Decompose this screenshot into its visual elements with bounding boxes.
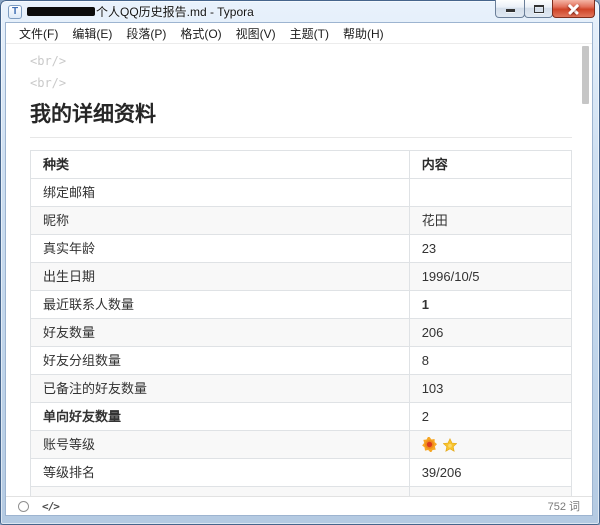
table-row: 账号等级 — [31, 431, 572, 459]
menu-view[interactable]: 视图(V) — [229, 23, 283, 44]
profile-table: 种类 内容 绑定邮箱 昵称 花田 真实年龄 23 — [30, 150, 572, 496]
maximize-icon — [534, 5, 544, 13]
menu-theme[interactable]: 主题(T) — [283, 23, 336, 44]
row-label-cell[interactable]: 账号等级 — [31, 431, 410, 459]
raw-br-line[interactable]: <br/> — [30, 72, 572, 94]
row-label-cell[interactable]: 好友分组数量 — [31, 347, 410, 375]
table-row: 好友分组数量 8 — [31, 347, 572, 375]
row-value-cell[interactable] — [409, 179, 571, 207]
statusbar: </> 752 词 — [6, 496, 592, 515]
table-header-row: 种类 内容 — [31, 151, 572, 179]
row-value-cell[interactable]: 1 — [409, 291, 571, 319]
row-label-cell[interactable]: 昵称 — [31, 207, 410, 235]
close-button[interactable] — [552, 0, 595, 18]
minimize-icon — [506, 9, 515, 12]
qq-level-sun-icon — [422, 437, 437, 452]
menu-format[interactable]: 格式(O) — [173, 23, 228, 44]
table-row: 好友数量 206 — [31, 319, 572, 347]
row-label-cell[interactable]: 好友数量 — [31, 319, 410, 347]
qq-level-star-icon — [443, 438, 457, 452]
typora-window: T 个人QQ历史报告.md - Typora 文件(F) 编辑(E) 段落(P)… — [0, 0, 600, 525]
maximize-button[interactable] — [524, 0, 553, 18]
row-label-cell[interactable]: 绑定邮箱 — [31, 179, 410, 207]
window-controls — [496, 0, 595, 18]
header-cell-type[interactable]: 种类 — [31, 151, 410, 179]
row-label-cell[interactable]: 最近联系人数量 — [31, 291, 410, 319]
row-value-cell[interactable]: 8 — [409, 347, 571, 375]
titlebar: T 个人QQ历史报告.md - Typora — [0, 0, 600, 23]
table-row: 单向好友数量 2 — [31, 403, 572, 431]
row-label-cell[interactable]: 单向好友数量 — [31, 403, 410, 431]
page-title[interactable]: 我的详细资料 — [30, 98, 572, 138]
focus-circle-icon[interactable] — [18, 501, 29, 512]
close-icon — [568, 3, 579, 14]
window-title: 个人QQ历史报告.md - Typora — [96, 3, 254, 20]
row-value-cell[interactable]: 103 — [409, 375, 571, 403]
table-row: 已备注的好友数量 103 — [31, 375, 572, 403]
table-row: 真实年龄 23 — [31, 235, 572, 263]
redacted-text — [27, 7, 95, 16]
row-label-cell[interactable]: 已备注的好友数量 — [31, 375, 410, 403]
header-cell-content[interactable]: 内容 — [409, 151, 571, 179]
table-row: 出生日期 1996/10/5 — [31, 263, 572, 291]
row-value-cell[interactable]: 206 — [409, 319, 571, 347]
row-value-cell[interactable]: 23 — [409, 235, 571, 263]
table-row-partial — [31, 487, 572, 497]
app-icon[interactable]: T — [8, 5, 22, 19]
table-row: 昵称 花田 — [31, 207, 572, 235]
client-area: 文件(F) 编辑(E) 段落(P) 格式(O) 视图(V) 主题(T) 帮助(H… — [6, 23, 592, 515]
editor-content[interactable]: <br/> <br/> 我的详细资料 种类 内容 绑定邮箱 — [6, 44, 592, 496]
row-value-cell[interactable] — [409, 431, 571, 459]
menu-file[interactable]: 文件(F) — [12, 23, 65, 44]
table-row: 绑定邮箱 — [31, 179, 572, 207]
row-label-cell[interactable]: 等级排名 — [31, 459, 410, 487]
row-value-cell[interactable]: 花田 — [409, 207, 571, 235]
menu-edit[interactable]: 编辑(E) — [65, 23, 119, 44]
word-count[interactable]: 752 词 — [548, 498, 580, 514]
row-label-cell[interactable]: 真实年龄 — [31, 235, 410, 263]
raw-br-line[interactable]: <br/> — [30, 50, 572, 72]
row-value-cell[interactable]: 2 — [409, 403, 571, 431]
source-code-icon[interactable]: </> — [42, 500, 59, 513]
row-value-cell[interactable]: 39/206 — [409, 459, 571, 487]
menu-paragraph[interactable]: 段落(P) — [119, 23, 173, 44]
menu-help[interactable]: 帮助(H) — [336, 23, 391, 44]
row-value-cell[interactable] — [409, 487, 571, 497]
menubar: 文件(F) 编辑(E) 段落(P) 格式(O) 视图(V) 主题(T) 帮助(H… — [6, 23, 592, 44]
minimize-button[interactable] — [495, 0, 525, 18]
row-label-cell[interactable]: 出生日期 — [31, 263, 410, 291]
vertical-scrollbar-thumb[interactable] — [582, 46, 589, 104]
row-label-cell[interactable] — [31, 487, 410, 497]
table-row: 等级排名 39/206 — [31, 459, 572, 487]
row-value-cell[interactable]: 1996/10/5 — [409, 263, 571, 291]
table-row: 最近联系人数量 1 — [31, 291, 572, 319]
